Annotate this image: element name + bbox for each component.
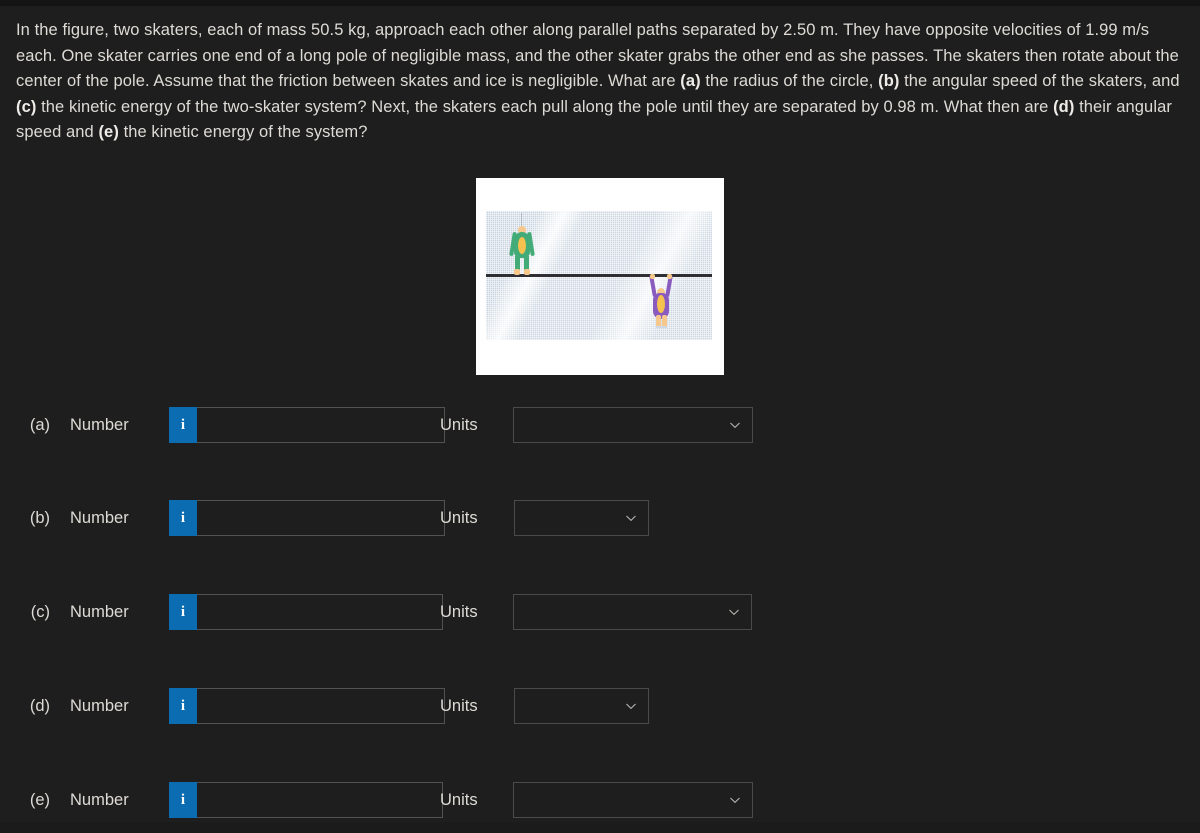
skater-green-torso-highlight bbox=[518, 237, 526, 254]
skater-purple bbox=[649, 274, 673, 331]
answer-row-label-c: (c) bbox=[30, 602, 50, 621]
units-label-b: Units bbox=[440, 508, 478, 527]
question-text-run: the kinetic energy of the system? bbox=[118, 123, 368, 142]
window-bottom-edge bbox=[0, 822, 1200, 833]
skater-purple-torso-highlight bbox=[657, 295, 665, 313]
chevron-down-icon-c bbox=[728, 606, 740, 618]
question-part-marker: (c) bbox=[16, 97, 37, 116]
answer-row-label-e: (e) bbox=[29, 790, 50, 809]
units-select-e[interactable] bbox=[513, 782, 753, 818]
answer-row-label-d: (d) bbox=[29, 696, 50, 715]
units-select-b[interactable] bbox=[514, 500, 649, 536]
question-part-marker: (e) bbox=[98, 123, 119, 142]
page-body: In the figure, two skaters, each of mass… bbox=[0, 6, 1200, 822]
number-field-group-b: i bbox=[169, 500, 445, 536]
answer-row-label-a: (a) bbox=[29, 415, 50, 434]
number-input-e[interactable] bbox=[197, 782, 443, 818]
number-input-d[interactable] bbox=[197, 688, 445, 724]
question-prompt: In the figure, two skaters, each of mass… bbox=[16, 18, 1184, 146]
number-label-c: Number bbox=[70, 602, 129, 621]
units-label-a: Units bbox=[440, 415, 478, 434]
answer-row-d: (d) Number i Units bbox=[0, 688, 1200, 724]
info-icon-e[interactable]: i bbox=[169, 782, 197, 818]
number-field-group-c: i bbox=[169, 594, 443, 630]
units-label-c: Units bbox=[440, 602, 478, 621]
chevron-down-icon-a bbox=[729, 419, 741, 431]
units-label-e: Units bbox=[440, 790, 478, 809]
answer-row-label-b: (b) bbox=[29, 508, 50, 527]
number-field-group-d: i bbox=[169, 688, 445, 724]
number-field-group-e: i bbox=[169, 782, 443, 818]
number-label-a: Number bbox=[70, 415, 129, 434]
question-text-run: the kinetic energy of the two-skater sys… bbox=[36, 97, 1054, 116]
answer-row-a: (a) Number i Units bbox=[0, 407, 1200, 443]
number-label-e: Number bbox=[70, 790, 129, 809]
figure-card bbox=[476, 178, 724, 375]
info-icon-d[interactable]: i bbox=[169, 688, 197, 724]
question-part-marker: (a) bbox=[680, 72, 701, 91]
answer-row-b: (b) Number i Units bbox=[0, 500, 1200, 536]
units-label-d: Units bbox=[440, 696, 478, 715]
skater-green-foot-left bbox=[514, 269, 520, 275]
skater-green-foot-right bbox=[524, 269, 530, 275]
chevron-down-icon-b bbox=[625, 512, 637, 524]
chevron-down-icon-e bbox=[729, 794, 741, 806]
info-icon-b[interactable]: i bbox=[169, 500, 197, 536]
units-select-c[interactable] bbox=[513, 594, 752, 630]
number-label-d: Number bbox=[70, 696, 129, 715]
number-field-group-a: i bbox=[169, 407, 445, 443]
number-label-b: Number bbox=[70, 508, 129, 527]
answer-row-e: (e) Number i Units bbox=[0, 782, 1200, 818]
skater-green-rope bbox=[521, 213, 522, 227]
question-part-marker: (b) bbox=[878, 72, 900, 91]
question-text-run: the angular speed of the skaters, and bbox=[899, 72, 1180, 91]
skater-purple-hand-left bbox=[650, 274, 655, 279]
skater-green bbox=[509, 213, 535, 276]
units-select-a[interactable] bbox=[513, 407, 753, 443]
number-input-b[interactable] bbox=[197, 500, 445, 536]
number-input-a[interactable] bbox=[197, 407, 445, 443]
info-icon-a[interactable]: i bbox=[169, 407, 197, 443]
question-part-marker: (d) bbox=[1053, 97, 1075, 116]
units-select-d[interactable] bbox=[514, 688, 649, 724]
question-text-run: the radius of the circle, bbox=[700, 72, 879, 91]
chevron-down-icon-d bbox=[625, 700, 637, 712]
ice-rink-image bbox=[486, 211, 712, 340]
skater-purple-skate-blade bbox=[656, 326, 667, 328]
skater-purple-hand-right bbox=[667, 274, 672, 279]
info-icon-c[interactable]: i bbox=[169, 594, 197, 630]
number-input-c[interactable] bbox=[197, 594, 443, 630]
answer-row-c: (c) Number i Units bbox=[0, 594, 1200, 630]
